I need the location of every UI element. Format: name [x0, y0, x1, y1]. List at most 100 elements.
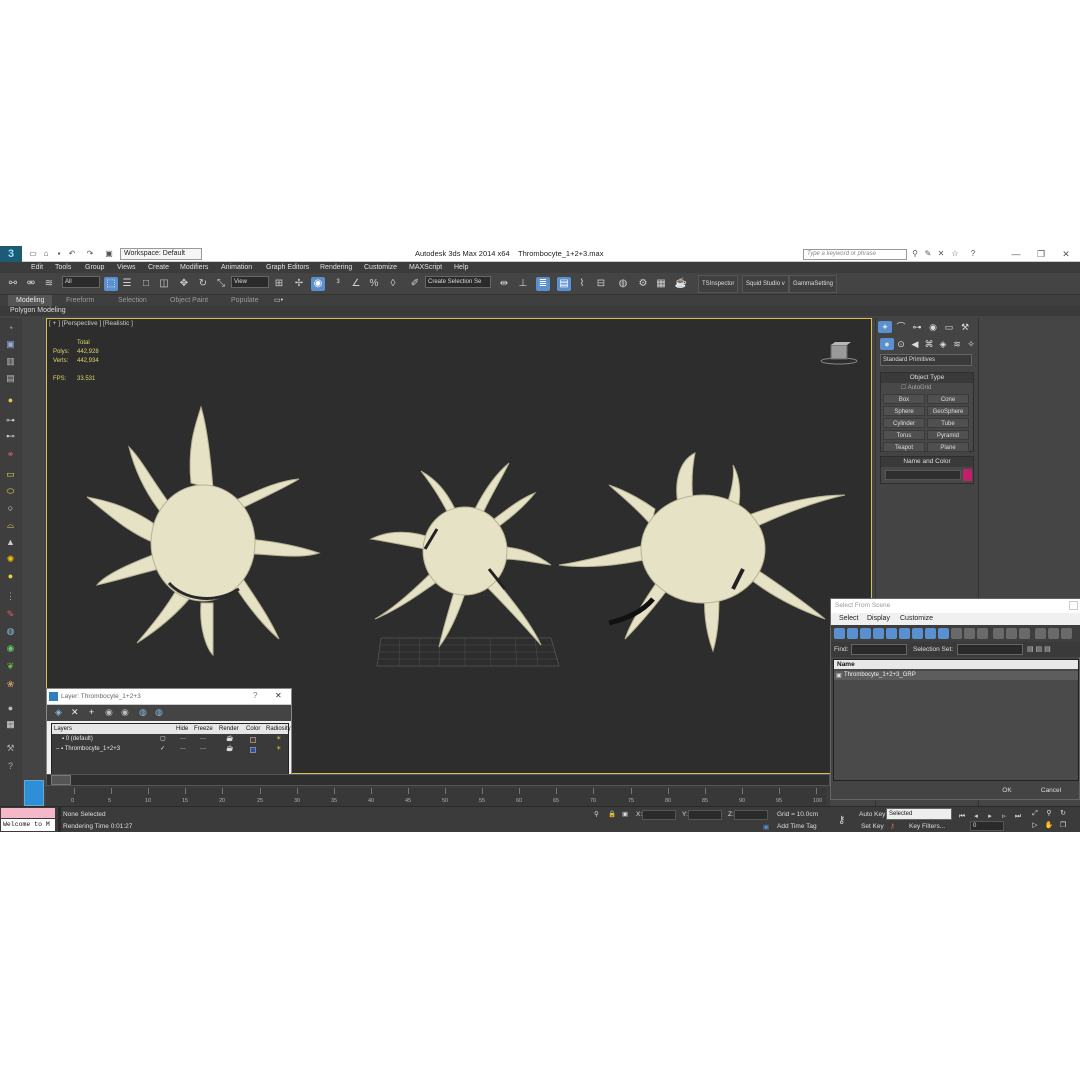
- menu-views[interactable]: Views: [117, 262, 136, 273]
- reference-coordinate-select[interactable]: View: [231, 276, 269, 288]
- selection-filter-select[interactable]: All: [62, 276, 100, 288]
- time-slider-thumb[interactable]: [51, 775, 71, 785]
- percent-snap-icon[interactable]: %: [367, 277, 381, 291]
- viewport-layout-icon[interactable]: [24, 780, 44, 806]
- col-render[interactable]: Render: [219, 724, 239, 734]
- curve-editor-icon[interactable]: ⌇: [575, 277, 589, 291]
- calculator-icon[interactable]: ▦: [4, 718, 17, 731]
- add-time-tag[interactable]: Add Time Tag: [777, 823, 817, 830]
- cylinder-icon[interactable]: ⌓: [4, 519, 17, 532]
- name-color-title[interactable]: Name and Color: [881, 457, 973, 467]
- tools-icon[interactable]: ⚒: [4, 742, 17, 755]
- globe-icon[interactable]: ◍: [4, 625, 17, 638]
- create-tab-icon[interactable]: ✦: [878, 321, 892, 333]
- orbit-icon[interactable]: ↻: [1058, 809, 1068, 819]
- tab-selection[interactable]: Selection: [118, 295, 147, 306]
- time-slider[interactable]: [46, 774, 830, 786]
- window-crossing-icon[interactable]: ◫: [157, 277, 171, 291]
- rendered-frame-icon[interactable]: ▦: [654, 277, 668, 291]
- select-objects-icon[interactable]: ◉: [105, 707, 113, 718]
- layer-check-icon[interactable]: ✓: [160, 745, 165, 754]
- cone-icon[interactable]: ▲: [4, 536, 17, 549]
- add-to-layer-icon[interactable]: +: [89, 707, 94, 717]
- layer-active-icon[interactable]: ▢: [160, 735, 166, 744]
- lights-icon[interactable]: ◀: [908, 338, 922, 350]
- undo-icon[interactable]: ↶: [67, 249, 77, 259]
- geometry-icon[interactable]: ●: [880, 338, 894, 350]
- pan-icon[interactable]: ✋: [1044, 821, 1054, 831]
- render-setup-icon[interactable]: ⚙: [636, 277, 650, 291]
- pivot-center-icon[interactable]: ⊞: [272, 277, 286, 291]
- mirror-icon[interactable]: ⇹: [497, 277, 511, 291]
- maximize-button[interactable]: ❐: [1030, 246, 1052, 262]
- polygon-modeling-panel[interactable]: Polygon Modeling: [0, 306, 1080, 316]
- select-manipulate-icon[interactable]: ✢: [292, 277, 306, 291]
- layer-list-icon[interactable]: ▤: [4, 372, 17, 385]
- menu-animation[interactable]: Animation: [221, 262, 252, 273]
- workspace-select[interactable]: Workspace: Default: [120, 248, 202, 260]
- move-icon[interactable]: ✥: [177, 277, 191, 291]
- help-icon[interactable]: ?: [968, 249, 978, 259]
- shape-icon[interactable]: ⬭: [4, 485, 17, 498]
- edit-named-selection-icon[interactable]: ✐: [408, 277, 422, 291]
- maximize-viewport-icon[interactable]: ❐: [1058, 821, 1068, 831]
- sfs-close-icon[interactable]: [1069, 601, 1078, 610]
- menu-maxscript[interactable]: MAXScript: [409, 262, 442, 273]
- project-folder-icon[interactable]: ▣: [104, 249, 114, 259]
- display-lights-icon[interactable]: [860, 628, 871, 639]
- zoom-extents-icon[interactable]: ⤢: [1030, 809, 1040, 819]
- select-all-icon[interactable]: [1019, 628, 1030, 639]
- tsinspector-button[interactable]: TSInspector: [698, 275, 739, 293]
- ribbon-options-icon[interactable]: ▭•: [274, 295, 283, 306]
- key-icon[interactable]: ⚷: [838, 815, 845, 826]
- torus-button[interactable]: Torus: [883, 430, 925, 440]
- cancel-button[interactable]: Cancel: [1031, 785, 1071, 797]
- geosphere-button[interactable]: GeoSphere: [927, 406, 969, 416]
- graphite-tools-icon[interactable]: ▤: [557, 277, 571, 291]
- binoculars-icon[interactable]: ⚲: [910, 249, 920, 259]
- layer-render-icon[interactable]: ☕: [226, 745, 233, 754]
- layer-row-default[interactable]: ▪ 0 (default): [62, 735, 93, 744]
- menu-edit[interactable]: Edit: [31, 262, 43, 273]
- leaf-icon[interactable]: ❦: [4, 660, 17, 673]
- schematic-view-icon[interactable]: ⊟: [594, 277, 608, 291]
- col-hide[interactable]: Hide: [176, 724, 188, 734]
- material-editor-icon[interactable]: ◍: [616, 277, 630, 291]
- plane-button[interactable]: Plane: [927, 442, 969, 452]
- gamma-setting-button[interactable]: GammaSetting: [789, 275, 838, 293]
- container-icon[interactable]: ◔: [4, 322, 17, 335]
- bind-spacewarp-icon[interactable]: ≋: [42, 277, 56, 291]
- redo-icon[interactable]: ↷: [85, 249, 95, 259]
- close-button[interactable]: ✕: [1055, 246, 1077, 262]
- thrombocyte-model-2[interactable]: [365, 459, 561, 655]
- rotate-icon[interactable]: ↻: [196, 277, 210, 291]
- filter-icon[interactable]: [1035, 628, 1046, 639]
- object-name-input[interactable]: [885, 470, 961, 480]
- align-icon[interactable]: ⊥: [516, 277, 530, 291]
- hide-all-icon[interactable]: ◍: [139, 707, 147, 718]
- sfs-menu-display[interactable]: Display: [867, 613, 890, 625]
- display-tab-icon[interactable]: ▭: [942, 321, 956, 333]
- search-input[interactable]: Type a keyword or phrase: [803, 249, 907, 260]
- spacewarps-icon[interactable]: ≋: [950, 338, 964, 350]
- autogrid-checkbox[interactable]: ☐ AutoGrid: [901, 384, 931, 391]
- app-logo-icon[interactable]: 3: [0, 246, 22, 262]
- display-all-icon[interactable]: [951, 628, 962, 639]
- object-color-swatch[interactable]: [963, 469, 972, 481]
- layer-radiosity-icon[interactable]: ☀: [276, 745, 281, 754]
- circle-icon[interactable]: ○: [4, 502, 17, 515]
- named-selection-set-select[interactable]: Create Selection Se: [425, 276, 491, 288]
- col-freeze[interactable]: Freeze: [194, 724, 213, 734]
- exchange-icon[interactable]: ✕: [936, 249, 946, 259]
- display-geometry-icon[interactable]: [834, 628, 845, 639]
- snaps-toggle-icon[interactable]: ³: [331, 277, 345, 291]
- list-view-icon[interactable]: [993, 628, 1004, 639]
- spinner-snap-icon[interactable]: ◊: [386, 277, 400, 291]
- cameras-icon[interactable]: ⌘: [922, 338, 936, 350]
- tube-button[interactable]: Tube: [927, 418, 969, 428]
- tab-populate[interactable]: Populate: [231, 295, 259, 306]
- explorer-icon[interactable]: ▣: [4, 338, 17, 351]
- time-tag-icon[interactable]: ▣: [763, 823, 769, 831]
- tree-view-icon[interactable]: [1006, 628, 1017, 639]
- col-color[interactable]: Color: [246, 724, 260, 734]
